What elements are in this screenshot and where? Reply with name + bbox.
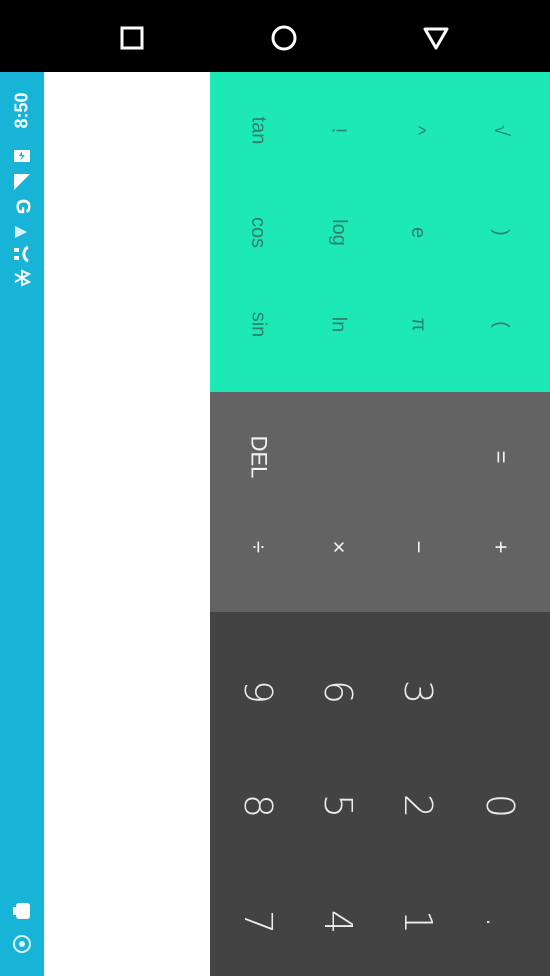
key-decimal[interactable]: . [460,872,540,972]
advanced-pad: sin cos tan ln log ! π e ^ ( ) √ [210,72,550,392]
key-1[interactable]: 1 [378,872,458,972]
status-icon-group: 8:50 G [8,80,36,290]
triangle-icon [423,27,449,50]
key-power[interactable]: ^ [378,90,458,170]
key-6[interactable]: 6 [298,642,378,742]
key-equals[interactable]: = [460,412,540,502]
key-left-paren[interactable]: ( [460,284,540,364]
battery-icon [12,146,32,166]
circle-icon [271,25,297,51]
key-right-paren[interactable]: ) [460,192,540,272]
key-tan[interactable]: tan [218,90,298,170]
key-ln[interactable]: ln [298,284,378,364]
headset-icon [12,244,32,264]
key-factorial[interactable]: ! [298,90,378,170]
key-3[interactable]: 3 [378,642,458,742]
key-pi[interactable]: π [378,284,458,364]
network-type: G [11,198,34,214]
key-sin[interactable]: sin [218,284,298,364]
android-icon [8,897,36,925]
key-divide[interactable]: ÷ [218,502,298,592]
recents-button[interactable] [112,18,152,58]
navigation-bar [0,0,550,72]
signal-icon [12,172,32,192]
digit-pad: 7 8 9 4 5 6 1 2 3 . 0 [210,612,550,976]
status-time-label: 8:50 [11,91,32,129]
bluetooth-icon [12,268,32,288]
key-plus[interactable]: + [460,502,540,592]
operator-pad: DEL ÷ × − + = [210,392,550,612]
delete-button[interactable]: DEL [218,412,298,502]
chrome-icon [8,930,36,958]
keypad: sin cos tan ln log ! π e ^ ( ) √ DEL ÷ ×… [210,72,550,976]
back-button[interactable] [416,18,456,58]
key-5[interactable]: 5 [298,756,378,856]
key-9[interactable]: 9 [218,642,298,742]
key-2[interactable]: 2 [378,756,458,856]
wifi-icon [12,222,32,242]
square-icon [120,26,144,50]
key-multiply[interactable]: × [298,502,378,592]
key-8[interactable]: 8 [218,756,298,856]
key-sqrt[interactable]: √ [460,90,540,170]
key-minus[interactable]: − [378,502,458,592]
key-log[interactable]: log [298,192,378,272]
key-4[interactable]: 4 [298,872,378,972]
key-7[interactable]: 7 [218,872,298,972]
key-e[interactable]: e [378,192,458,272]
key-0[interactable]: 0 [460,756,540,856]
key-cos[interactable]: cos [218,192,298,272]
home-button[interactable] [264,18,304,58]
calculator-display[interactable] [44,72,210,976]
